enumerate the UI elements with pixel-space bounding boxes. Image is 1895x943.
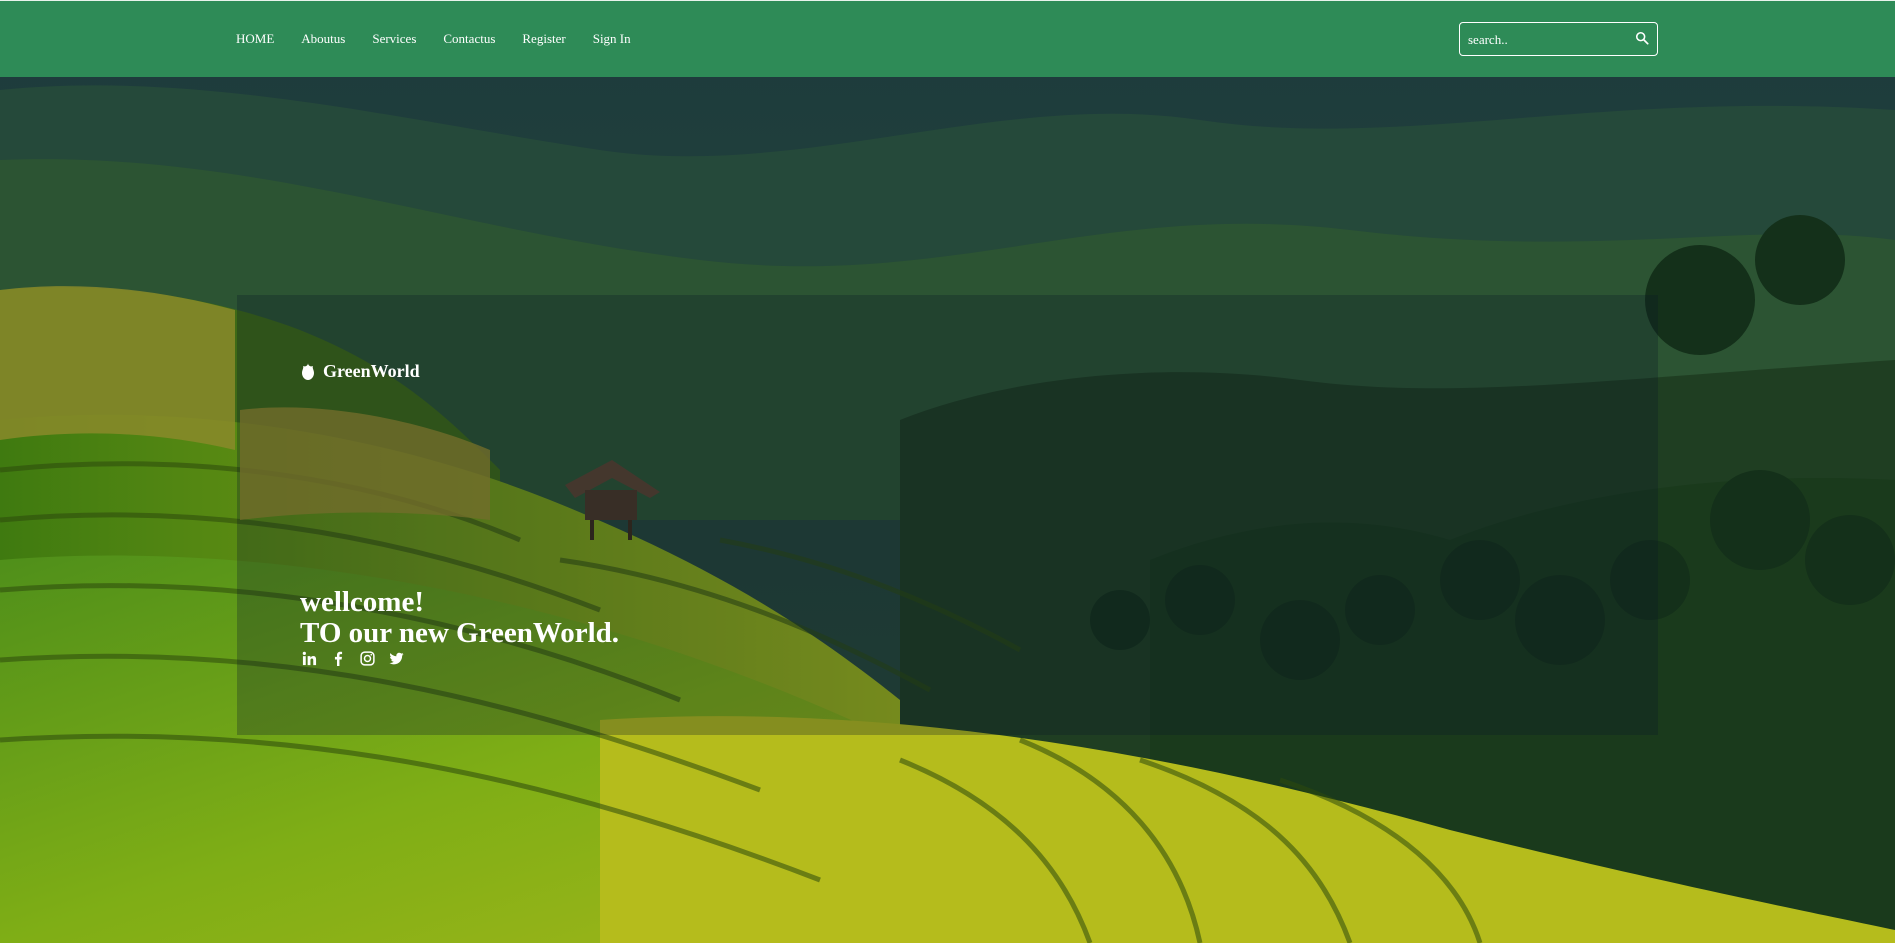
social-links <box>302 651 404 666</box>
search-icon[interactable] <box>1635 31 1649 45</box>
top-navbar: HOME Aboutus Services Contactus Register… <box>0 0 1895 77</box>
landing-page: HOME Aboutus Services Contactus Register… <box>0 0 1895 943</box>
nav-link-aboutus[interactable]: Aboutus <box>301 31 345 47</box>
twitter-icon[interactable] <box>389 651 404 666</box>
linkedin-icon[interactable] <box>302 651 317 666</box>
leaf-logo-icon <box>302 363 314 380</box>
hero-panel: GreenWorld wellcome! TO our new GreenWor… <box>237 295 1658 735</box>
nav-link-contactus[interactable]: Contactus <box>443 31 495 47</box>
hero-headline: wellcome! TO our new GreenWorld. <box>300 587 619 649</box>
nav-link-services[interactable]: Services <box>372 31 416 47</box>
hero-headline-line2: TO our new GreenWorld. <box>300 617 620 649</box>
search-box <box>1459 22 1658 56</box>
facebook-icon[interactable] <box>331 651 346 666</box>
brand-name: GreenWorld <box>323 361 420 381</box>
search-input[interactable] <box>1468 29 1628 51</box>
hero-headline-line1: wellcome! <box>300 586 424 618</box>
nav-link-home[interactable]: HOME <box>236 31 274 47</box>
nav-link-sign-in[interactable]: Sign In <box>593 31 631 47</box>
nav-link-register[interactable]: Register <box>522 31 565 47</box>
brand-logo[interactable]: GreenWorld <box>301 361 420 382</box>
instagram-icon[interactable] <box>360 651 375 666</box>
nav-links: HOME Aboutus Services Contactus Register… <box>236 31 658 47</box>
